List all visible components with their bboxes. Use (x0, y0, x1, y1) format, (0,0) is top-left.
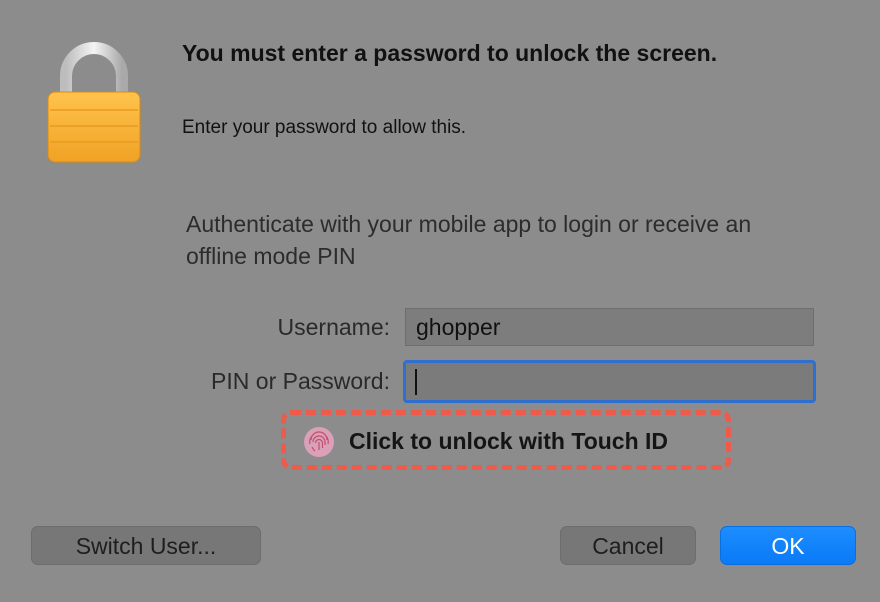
pin-label: PIN or Password: (211, 368, 390, 394)
username-label: Username: (277, 314, 390, 340)
cancel-button[interactable]: Cancel (560, 526, 696, 565)
text-caret (415, 369, 417, 395)
dialog-subtitle: Enter your password to allow this. (182, 117, 467, 138)
auth-message: Authenticate with your mobile app to log… (186, 211, 752, 269)
dialog-title: You must enter a password to unlock the … (182, 40, 718, 66)
pin-password-field[interactable] (403, 360, 816, 403)
ok-button[interactable]: OK (720, 526, 856, 565)
username-field[interactable]: ghopper (405, 308, 814, 346)
switch-user-button[interactable]: Switch User... (31, 526, 261, 565)
fingerprint-icon[interactable] (303, 426, 335, 458)
padlock-icon (47, 42, 141, 163)
unlock-dialog: You must enter a password to unlock the … (0, 0, 880, 602)
touch-id-button[interactable]: Click to unlock with Touch ID (349, 428, 668, 455)
